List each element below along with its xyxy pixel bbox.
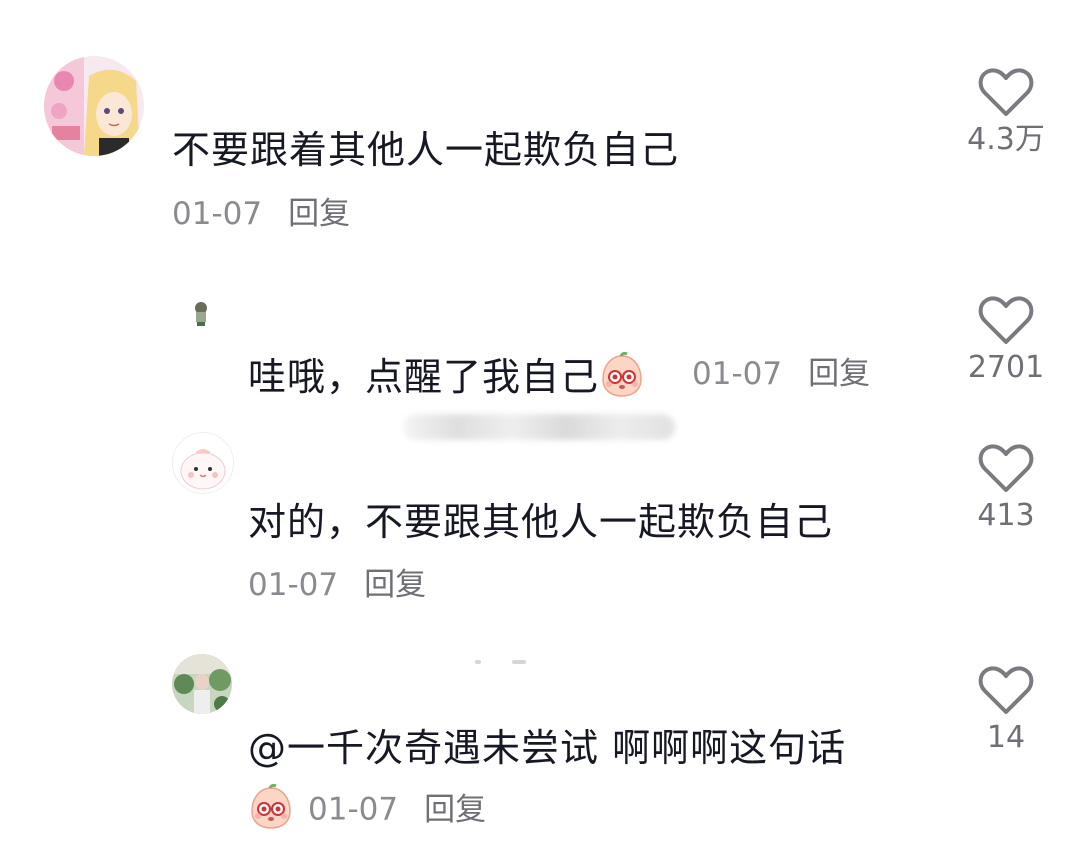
comment-text-content: 哇哦，点醒了我自己	[248, 355, 600, 399]
peach-face-emoji-icon	[599, 351, 645, 407]
like-count: 14	[986, 720, 1026, 755]
like-count: 413	[977, 498, 1035, 533]
blurred-redaction	[403, 414, 675, 440]
comment-text: 对的，不要跟其他人一起欺负自己	[248, 500, 834, 544]
comment-text: 不要跟着其他人一起欺负自己	[172, 128, 680, 172]
avatar[interactable]	[172, 654, 232, 714]
anime-avatar-image	[44, 56, 144, 156]
like-button[interactable]: 4.3万	[966, 68, 1046, 158]
heart-icon	[978, 296, 1034, 344]
like-button[interactable]: 14	[966, 666, 1046, 756]
heart-icon	[978, 68, 1034, 116]
photo-avatar-image	[172, 654, 232, 714]
comment-date: 01-07	[248, 567, 339, 603]
comment-meta: 01-07 回复	[248, 567, 426, 603]
divider-dot	[512, 660, 526, 664]
peach-face-emoji-icon	[248, 783, 294, 838]
comment-text: @一千次奇遇未尝试 啊啊啊这句话	[248, 726, 847, 770]
comment-text: 哇哦，点醒了我自己	[248, 351, 645, 407]
comment-meta: 01-07 回复	[692, 356, 870, 392]
like-count: 4.3万	[967, 122, 1045, 157]
comment-date: 01-07	[692, 356, 783, 392]
reply-button[interactable]: 回复	[364, 567, 426, 603]
reply-button[interactable]: 回复	[808, 356, 870, 392]
heart-icon	[978, 666, 1034, 714]
comment-meta: 01-07 回复	[248, 783, 486, 838]
avatar[interactable]	[172, 432, 234, 494]
reply-button[interactable]: 回复	[424, 792, 486, 828]
comment-meta: 01-07 回复	[172, 196, 350, 232]
like-count: 2701	[967, 350, 1045, 385]
comment-date: 01-07	[172, 196, 263, 232]
divider-dot	[475, 660, 481, 664]
like-button[interactable]: 413	[966, 444, 1046, 534]
avatar[interactable]	[188, 298, 214, 328]
reply-button[interactable]: 回复	[288, 196, 350, 232]
small-avatar-image	[188, 298, 214, 328]
avatar[interactable]	[44, 56, 144, 156]
like-button[interactable]: 2701	[966, 296, 1046, 386]
comment-date: 01-07	[308, 791, 399, 828]
heart-icon	[978, 444, 1034, 492]
cute-bun-avatar-image	[173, 433, 233, 493]
